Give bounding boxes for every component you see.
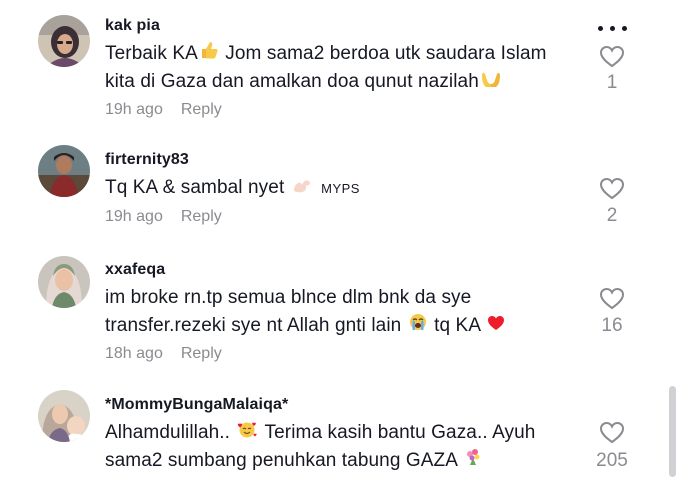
comment-text-part: sama2 sumbang penuhkan tabung GAZA [105, 450, 457, 472]
comment-time: 19h ago [105, 208, 163, 225]
heart-outline-icon[interactable] [599, 287, 625, 311]
flexed-biceps-emoji-icon [292, 174, 312, 202]
comment-meta: 19h ago Reply [105, 208, 222, 226]
avatar[interactable] [38, 145, 90, 197]
comment-text-part: Jom sama2 berdoa utk saudara Islam [225, 43, 547, 65]
reply-button[interactable]: Reply [181, 101, 222, 118]
scrollbar[interactable] [669, 386, 676, 477]
thumbs-up-emoji-icon [200, 40, 218, 68]
like-count: 1 [606, 72, 618, 93]
like-count: 205 [596, 450, 628, 471]
more-options-icon[interactable] [596, 24, 630, 34]
comment-username[interactable]: kak pia [105, 17, 160, 35]
comment-text: Alhamdulillah.. Terima kasih bantu Gaza.… [105, 419, 595, 475]
comment-text-part: kita di Gaza dan amalkan doa qunut nazil… [105, 71, 479, 93]
comment-tag: MYPS [321, 181, 360, 197]
smiling-face-with-hearts-emoji-icon [237, 419, 258, 447]
like-count: 2 [606, 205, 618, 226]
reply-button[interactable]: Reply [181, 345, 222, 362]
comment-username[interactable]: *MommyBungaMalaiqa* [105, 396, 288, 414]
red-heart-emoji-icon [487, 312, 505, 340]
avatar[interactable] [38, 15, 90, 67]
comment-time: 18h ago [105, 345, 163, 362]
comment-username[interactable]: firternity83 [105, 151, 189, 169]
comment-text-part: Terima kasih bantu Gaza.. Ayuh [264, 422, 536, 444]
heart-outline-icon[interactable] [599, 177, 625, 201]
comment-time: 19h ago [105, 101, 163, 118]
bouquet-emoji-icon [464, 447, 482, 475]
loudly-crying-face-emoji-icon [409, 312, 427, 340]
comment-text-part: tq KA [434, 315, 481, 337]
comment-username[interactable]: xxafeqa [105, 261, 165, 279]
comment-text: im broke rn.tp semua blnce dlm bnk da sy… [105, 284, 595, 340]
like-count: 16 [601, 315, 623, 336]
comment-meta: 19h ago Reply [105, 101, 222, 119]
comment-text-part: Terbaik KA [105, 43, 198, 65]
comment-text: Terbaik KA Jom sama2 berdoa utk saudara … [105, 40, 595, 96]
comment-text-part: Tq KA & sambal nyet [105, 177, 285, 199]
comment-text-part: transfer.rezeki sye nt Allah gnti lain [105, 315, 402, 337]
comment-meta: 18h ago Reply [105, 345, 222, 363]
comment-text-part: Alhamdulillah.. [105, 422, 231, 444]
heart-outline-icon[interactable] [599, 45, 625, 69]
avatar[interactable] [38, 256, 90, 308]
reply-button[interactable]: Reply [181, 208, 222, 225]
avatar[interactable] [38, 390, 90, 442]
open-hands-emoji-icon [481, 68, 501, 96]
comment-text-part: im broke rn.tp semua blnce dlm bnk da sy… [105, 287, 472, 308]
comment-text: Tq KA & sambal nyet MYPS [105, 174, 595, 203]
heart-outline-icon[interactable] [599, 421, 625, 445]
